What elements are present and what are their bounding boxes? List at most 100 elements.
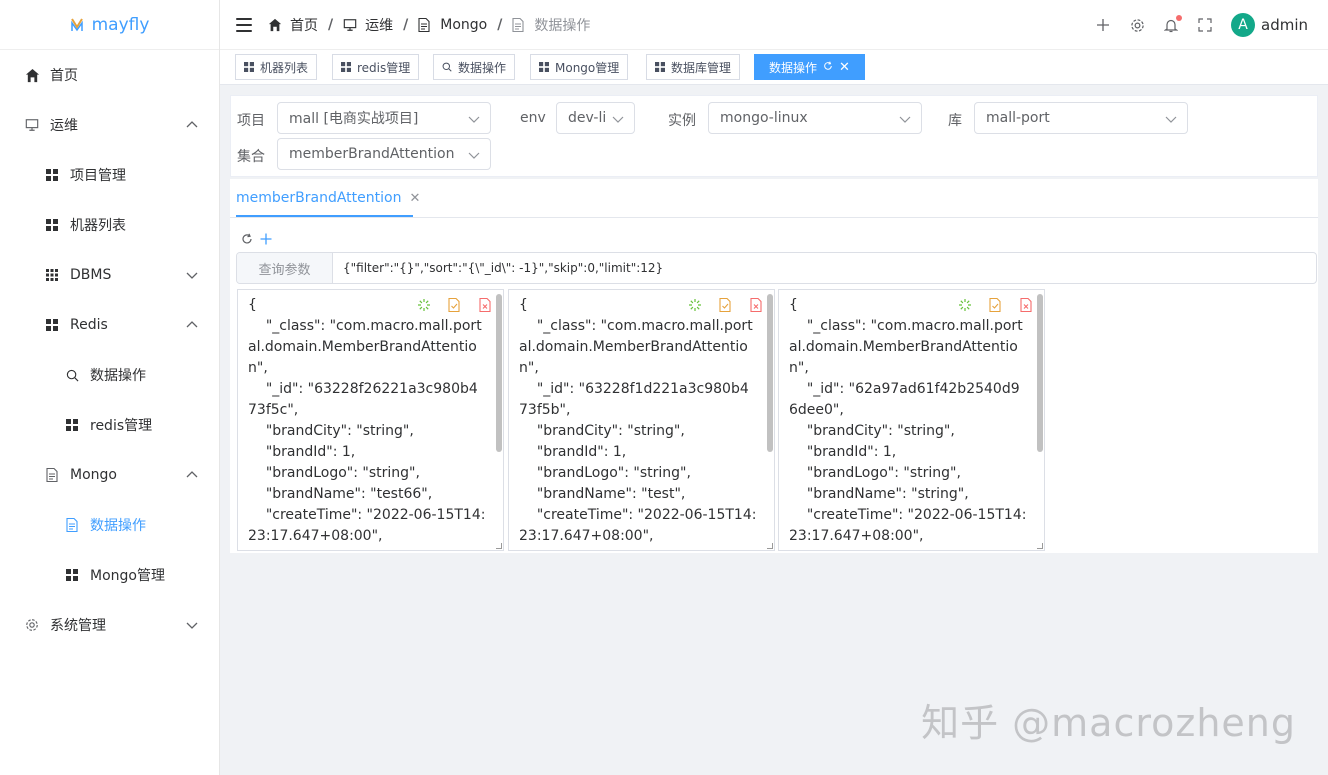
- project-value: mall [电商实战项目]: [289, 111, 419, 127]
- scrollbar[interactable]: [1037, 294, 1043, 452]
- resize-handle[interactable]: [767, 543, 773, 549]
- monitor-icon: [343, 18, 357, 32]
- instance-label: 实例: [668, 113, 696, 129]
- tag-db-mgmt[interactable]: 数据库管理: [646, 54, 741, 80]
- tag-label: redis管理: [357, 60, 411, 75]
- db-label: 库: [948, 113, 962, 129]
- close-icon[interactable]: ✕: [839, 60, 850, 75]
- bell-icon[interactable]: [1163, 15, 1182, 33]
- tags-view-bar: 机器列表 redis管理 数据操作 Mongo管理 数据库管理 数据操作 ✕: [220, 50, 1328, 85]
- breadcrumb-item[interactable]: 首页: [290, 15, 318, 35]
- app-logo[interactable]: mayfly: [0, 0, 219, 50]
- watermark: 知乎 @macrozheng: [921, 701, 1296, 745]
- tag-label: 数据操作: [769, 60, 818, 75]
- instance-value: mongo-linux: [720, 110, 808, 126]
- home-icon: [24, 67, 40, 83]
- format-icon[interactable]: [688, 298, 702, 312]
- tag-mongo-data-ops[interactable]: 数据操作 ✕: [754, 54, 865, 80]
- menu-toggle-icon[interactable]: [236, 17, 252, 32]
- env-select[interactable]: dev-lii: [556, 102, 635, 134]
- sidebar-item-label: redis管理: [90, 418, 153, 434]
- breadcrumb-current: 数据操作: [534, 17, 591, 34]
- delete-icon[interactable]: [750, 298, 764, 312]
- tag-redis-data-ops[interactable]: 数据操作: [433, 54, 516, 80]
- grid-icon: [244, 62, 254, 72]
- document-json[interactable]: { "_class": "com.macro.mall.portal.domai…: [779, 290, 1037, 550]
- sidebar-item-redis[interactable]: Redis: [0, 300, 219, 350]
- sidebar-item-mongo-mgmt[interactable]: Mongo管理: [0, 550, 219, 600]
- app-name: mayfly: [91, 14, 150, 35]
- query-params-input[interactable]: {"filter":"{}","sort":"{\"_id\": -1}","s…: [333, 253, 1316, 283]
- sidebar-item-home[interactable]: 首页: [0, 50, 219, 100]
- delete-icon[interactable]: [1020, 298, 1034, 312]
- grid-icon: [64, 417, 80, 433]
- db-select[interactable]: mall-port: [974, 102, 1188, 134]
- document-card[interactable]: { "_class": "com.macro.mall.portal.domai…: [237, 289, 504, 551]
- tag-machine-list[interactable]: 机器列表: [235, 54, 318, 80]
- tag-mongo-mgmt[interactable]: Mongo管理: [530, 54, 629, 80]
- collection-tab[interactable]: memberBrandAttention ✕: [236, 179, 420, 217]
- collection-select[interactable]: memberBrandAttention: [277, 138, 491, 170]
- save-icon[interactable]: [448, 298, 462, 312]
- document-json[interactable]: { "_class": "com.macro.mall.portal.domai…: [238, 290, 496, 550]
- fullscreen-icon[interactable]: [1197, 17, 1213, 33]
- add-document-icon[interactable]: [260, 233, 274, 247]
- chevron-down-icon: [468, 149, 480, 161]
- delete-icon[interactable]: [479, 298, 493, 312]
- sidebar: mayfly 首页 运维 项目管理 机器列表 DBMS Redis 数据操作 r…: [0, 0, 220, 775]
- sidebar-item-mongo-data-ops[interactable]: 数据操作: [0, 500, 219, 550]
- document-card[interactable]: { "_class": "com.macro.mall.portal.domai…: [778, 289, 1045, 551]
- breadcrumb-item[interactable]: 运维: [365, 15, 393, 35]
- logo-icon: [70, 17, 84, 33]
- resize-handle[interactable]: [1037, 543, 1043, 549]
- sidebar-item-project-mgmt[interactable]: 项目管理: [0, 150, 219, 200]
- search-icon: [442, 62, 452, 72]
- document-card[interactable]: { "_class": "com.macro.mall.portal.domai…: [508, 289, 775, 551]
- collection-label: 集合: [237, 149, 265, 165]
- sidebar-item-label: 项目管理: [70, 168, 126, 184]
- sidebar-item-redis-mgmt[interactable]: redis管理: [0, 400, 219, 450]
- sidebar-item-mongo[interactable]: Mongo: [0, 450, 219, 500]
- format-icon[interactable]: [958, 298, 972, 312]
- chevron-down-icon: [1165, 113, 1177, 125]
- add-icon[interactable]: [1095, 17, 1111, 33]
- home-icon: [268, 18, 282, 32]
- header-actions: A admin: [1077, 0, 1308, 50]
- sidebar-item-ops[interactable]: 运维: [0, 100, 219, 150]
- sidebar-item-redis-data-ops[interactable]: 数据操作: [0, 350, 219, 400]
- notification-badge: [1176, 15, 1182, 21]
- monitor-icon: [24, 117, 40, 133]
- document-json[interactable]: { "_class": "com.macro.mall.portal.domai…: [509, 290, 767, 550]
- save-icon[interactable]: [989, 298, 1003, 312]
- tag-label: 机器列表: [260, 60, 309, 75]
- avatar[interactable]: A: [1231, 13, 1255, 37]
- instance-select[interactable]: mongo-linux: [708, 102, 922, 134]
- refresh-icon[interactable]: [823, 60, 833, 75]
- table-grid-icon: [44, 267, 60, 283]
- scrollbar[interactable]: [767, 294, 773, 452]
- sidebar-item-label: 系统管理: [50, 618, 106, 634]
- refresh-icon[interactable]: [241, 233, 255, 247]
- chevron-down-icon: [468, 113, 480, 125]
- breadcrumb-item[interactable]: Mongo: [440, 17, 487, 33]
- sidebar-item-system-mgmt[interactable]: 系统管理: [0, 600, 219, 650]
- chevron-up-icon: [185, 118, 199, 132]
- breadcrumb-separator: /: [497, 16, 503, 33]
- gear-icon[interactable]: [1129, 17, 1145, 33]
- format-icon[interactable]: [417, 298, 431, 312]
- save-icon[interactable]: [719, 298, 733, 312]
- grid-icon: [44, 167, 60, 183]
- tag-label: 数据库管理: [671, 60, 732, 75]
- tag-redis-mgmt[interactable]: redis管理: [332, 54, 420, 80]
- chevron-down-icon: [612, 113, 624, 125]
- sidebar-item-machine-list[interactable]: 机器列表: [0, 200, 219, 250]
- resize-handle[interactable]: [496, 543, 502, 549]
- chevron-up-icon: [185, 318, 199, 332]
- scrollbar[interactable]: [496, 294, 502, 452]
- username[interactable]: admin: [1261, 16, 1308, 34]
- sidebar-item-dbms[interactable]: DBMS: [0, 250, 219, 300]
- close-icon[interactable]: ✕: [409, 191, 420, 206]
- project-select[interactable]: mall [电商实战项目]: [277, 102, 491, 134]
- sidebar-item-label: 数据操作: [90, 368, 146, 384]
- breadcrumb-separator: /: [403, 16, 409, 33]
